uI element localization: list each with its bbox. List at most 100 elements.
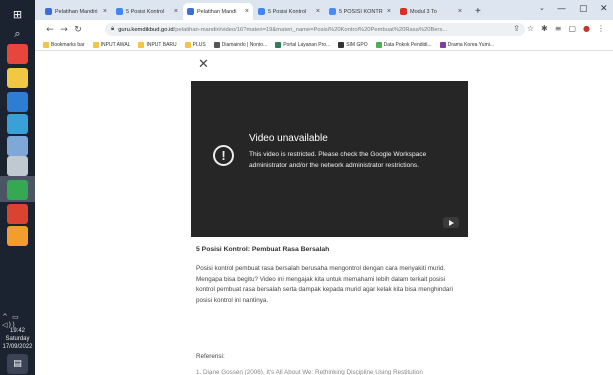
new-tab-button[interactable]: + — [471, 3, 485, 20]
tab-close-icon[interactable]: × — [313, 8, 320, 15]
video-unavailable-title: Video unavailable — [249, 133, 328, 144]
search-icon[interactable]: ⌕ — [7, 24, 28, 44]
windows-start-icon[interactable]: ⊞ — [7, 4, 28, 24]
browser-tab[interactable]: Pelatihan Mandi × — [183, 3, 253, 20]
maximize-button[interactable]: ▢ — [579, 4, 588, 14]
bookmark-label: Drama Korea Yumi... — [447, 41, 495, 48]
youtube-icon[interactable] — [443, 217, 459, 228]
bookmark-folder-icon — [275, 41, 282, 48]
lock-icon: 🔒︎ — [111, 26, 115, 32]
bookmark-folder-icon — [375, 41, 382, 48]
minimize-button[interactable]: — — [557, 4, 566, 14]
bookmark-folder-icon — [213, 41, 220, 48]
back-button[interactable]: ← — [43, 25, 57, 35]
bookmark-folder-icon — [92, 41, 99, 48]
bookmark-folder-icon — [138, 41, 145, 48]
tab-favicon-icon — [116, 8, 123, 15]
browser-tab-strip: Pelatihan Mandiri × 5 Posisi Kontrol × Pelat… — [35, 0, 613, 20]
extensions-icon[interactable]: ✱ — [541, 24, 548, 33]
tab-label: 5 POSISI KONTR — [339, 8, 383, 15]
video-restricted-message: This video is restricted. Please check t… — [249, 151, 427, 169]
forward-button[interactable]: → — [57, 25, 71, 35]
url-host: guru.kemdikbud.go.id — [118, 26, 174, 33]
bookmark-label: INPUT BARU — [146, 41, 177, 48]
tab-favicon-icon — [400, 8, 407, 15]
content-title: 5 Posisi Kontrol: Pembuat Rasa Bersalah — [196, 246, 330, 253]
page-content: ✕ ! Video unavailable This video is rest… — [35, 51, 613, 375]
share-icon[interactable]: ⇪ — [513, 24, 520, 33]
tab-close-icon[interactable]: × — [242, 8, 249, 15]
bookmark-item[interactable]: PLUS — [184, 41, 206, 48]
tab-favicon-icon — [45, 8, 52, 15]
bookmark-item[interactable]: INPUT BARU — [138, 41, 177, 48]
content-description: Posisi kontrol pembuat rasa bersalah ber… — [196, 265, 453, 304]
bookmark-item[interactable]: Portal Layanan Pro... — [275, 41, 331, 48]
reading-list-icon[interactable]: ≡ — [555, 24, 562, 33]
bookmark-label: Portal Layanan Pro... — [283, 41, 331, 48]
address-bar[interactable]: 🔒︎ guru.kemdikbud.go.id/pelatihan-mandir… — [105, 23, 525, 36]
clock-day[interactable]: Saturday — [0, 335, 35, 343]
browser-tab[interactable]: Pelatihan Mandiri × — [41, 3, 111, 20]
bookmark-label: PLUS — [192, 41, 206, 48]
tab-label: 5 Posisi Kontrol — [126, 8, 165, 15]
bookmark-folder-icon — [439, 41, 446, 48]
close-window-button[interactable]: ✕ — [600, 4, 608, 14]
menu-icon[interactable]: ⋮ — [597, 24, 605, 33]
browser-tab[interactable]: 5 Posisi Kontrol × — [254, 3, 324, 20]
bookmark-label: INPUT AWAL — [100, 41, 131, 48]
tab-favicon-icon — [258, 8, 265, 15]
app-icon-blue[interactable] — [7, 92, 28, 112]
tab-search-icon[interactable]: ⌄ — [539, 4, 545, 12]
bookmark-item[interactable]: INPUT AWAL — [92, 41, 131, 48]
windows-taskbar: ⊞ ⌕ ^ ▭ ◁)) 19:42 Saturday 17/09/2022 ▤ — [0, 0, 35, 375]
warning-icon: ! — [213, 145, 234, 166]
clock-date[interactable]: 17/09/2022 — [0, 343, 35, 351]
bookmark-label: Data Pokok Pendidi... — [383, 41, 432, 48]
reload-button[interactable]: ↻ — [71, 25, 85, 35]
bookmark-item[interactable]: Data Pokok Pendidi... — [375, 41, 432, 48]
app-icon-paint[interactable] — [7, 156, 28, 176]
tab-close-icon[interactable]: × — [384, 8, 391, 15]
profile-avatar[interactable]: ● — [583, 24, 590, 33]
tab-label: Pelatihan Mandi — [197, 8, 237, 15]
bookmark-folder-icon — [184, 41, 191, 48]
app-icon-red[interactable] — [7, 204, 28, 224]
bookmark-item[interactable]: Diamaindo | Nonto... — [213, 41, 268, 48]
tab-favicon-icon — [187, 8, 194, 15]
tab-label: Pelatihan Mandiri — [55, 8, 98, 15]
browser-tab[interactable]: 5 POSISI KONTR × — [325, 3, 395, 20]
app-icon-teal[interactable] — [7, 114, 28, 134]
bookmark-item[interactable]: SIM GPO — [338, 41, 368, 48]
bookmark-item[interactable]: Drama Korea Yumi... — [439, 41, 495, 48]
bookmarks-bar: Bookmarks bar INPUT AWAL INPUT BARU PLUS Dia… — [35, 39, 613, 51]
app-icon-cloud[interactable] — [7, 136, 28, 156]
bookmark-star-icon[interactable]: ☆ — [527, 24, 534, 33]
chrome-icon[interactable] — [7, 44, 28, 64]
bookmark-item[interactable]: Bookmarks bar — [43, 41, 85, 48]
video-player[interactable]: ! Video unavailable This video is restri… — [191, 81, 468, 237]
tab-label: Modul 3 To — [410, 8, 437, 15]
tab-label: 5 Posisi Kontrol — [268, 8, 307, 15]
url-path: /pelatihan-mandiri/video/16?materi=19&ma… — [173, 26, 448, 33]
chrome-active-icon[interactable] — [7, 180, 28, 200]
side-panel-icon[interactable]: ▢ — [568, 24, 576, 33]
tab-close-icon[interactable]: × — [455, 8, 462, 15]
clock-time[interactable]: 19:42 — [0, 327, 35, 335]
notification-icon[interactable]: ▤ — [7, 354, 28, 374]
browser-tab[interactable]: Modul 3 To × — [396, 3, 466, 20]
bookmark-label: Bookmarks bar — [51, 41, 85, 48]
tab-favicon-icon — [329, 8, 336, 15]
references-heading: Referensi: — [196, 353, 225, 360]
app-icon-orange[interactable] — [7, 226, 28, 246]
close-video-button[interactable]: ✕ — [198, 57, 209, 72]
reference-item: 1. Diane Gossen (2006). It's All About W… — [196, 369, 423, 375]
tab-close-icon[interactable]: × — [171, 8, 178, 15]
file-explorer-icon[interactable] — [7, 68, 28, 88]
bookmark-label: SIM GPO — [346, 41, 368, 48]
browser-tab[interactable]: 5 Posisi Kontrol × — [112, 3, 182, 20]
browser-toolbar: ← → ↻ 🔒︎ guru.kemdikbud.go.id/pelatihan-… — [35, 20, 613, 39]
bookmark-folder-icon — [43, 41, 49, 48]
bookmark-label: Diamaindo | Nonto... — [221, 41, 268, 48]
bookmark-folder-icon — [338, 41, 345, 48]
tab-close-icon[interactable]: × — [100, 8, 107, 15]
